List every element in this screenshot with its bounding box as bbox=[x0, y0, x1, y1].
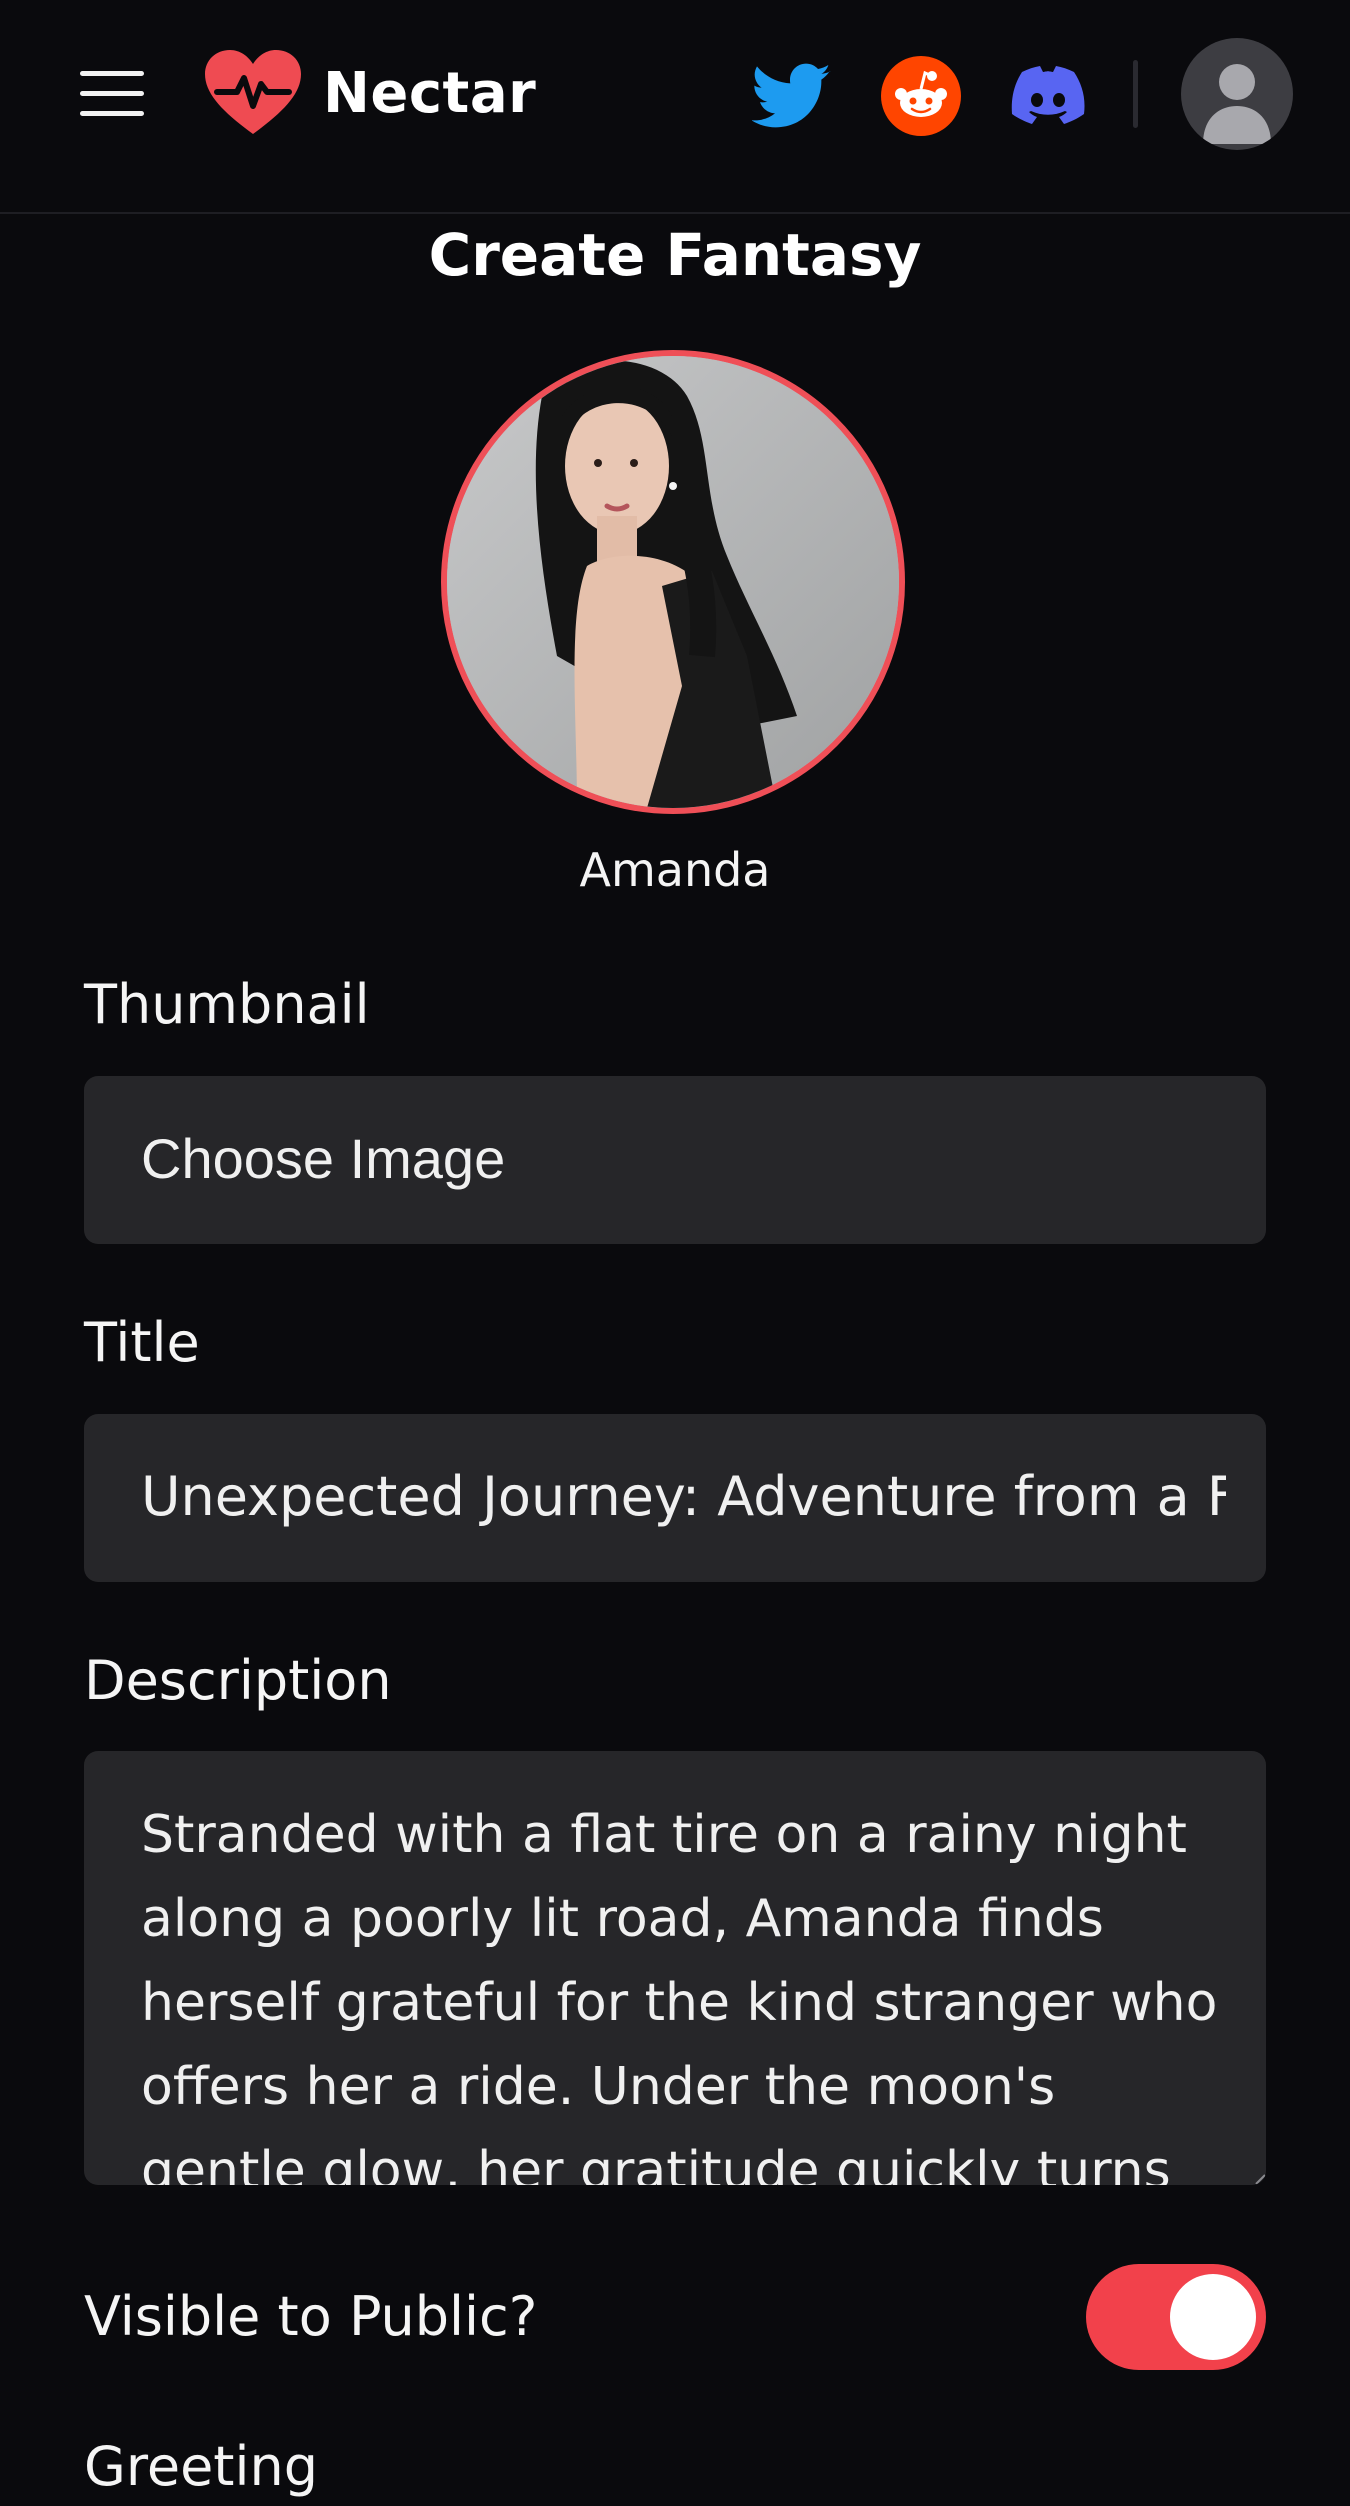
top-nav-bar: Nectar bbox=[0, 0, 1350, 214]
character-name: Amanda bbox=[579, 843, 771, 897]
twitter-icon[interactable] bbox=[752, 56, 832, 136]
greeting-label: Greeting bbox=[84, 2435, 318, 2498]
title-input[interactable]: Unexpected Journey: Adventure from a F bbox=[84, 1414, 1266, 1582]
thumbnail-label: Thumbnail bbox=[84, 973, 370, 1036]
reddit-icon[interactable] bbox=[881, 56, 961, 136]
toggle-knob bbox=[1170, 2274, 1256, 2360]
choose-image-button[interactable]: Choose Image bbox=[84, 1076, 1266, 1244]
description-label: Description bbox=[84, 1649, 392, 1712]
header-divider bbox=[1133, 60, 1138, 128]
user-avatar-icon[interactable] bbox=[1181, 38, 1293, 150]
page-title: Create Fantasy bbox=[428, 221, 922, 289]
title-label: Title bbox=[84, 1311, 200, 1374]
title-input-value: Unexpected Journey: Adventure from a F bbox=[141, 1465, 1226, 1528]
description-value: Stranded with a flat tire on a rainy nig… bbox=[141, 1805, 1218, 2185]
description-textarea[interactable]: Stranded with a flat tire on a rainy nig… bbox=[84, 1751, 1266, 2185]
brand-name[interactable]: Nectar bbox=[323, 58, 536, 130]
visibility-label: Visible to Public? bbox=[84, 2285, 538, 2348]
character-avatar[interactable] bbox=[441, 350, 905, 814]
discord-icon[interactable] bbox=[1008, 56, 1088, 136]
resize-handle-icon[interactable] bbox=[1252, 2171, 1266, 2185]
choose-image-label: Choose Image bbox=[141, 1127, 506, 1190]
visibility-toggle[interactable] bbox=[1086, 2264, 1266, 2370]
menu-icon[interactable] bbox=[80, 68, 144, 120]
heart-pulse-logo-icon[interactable] bbox=[203, 48, 303, 138]
